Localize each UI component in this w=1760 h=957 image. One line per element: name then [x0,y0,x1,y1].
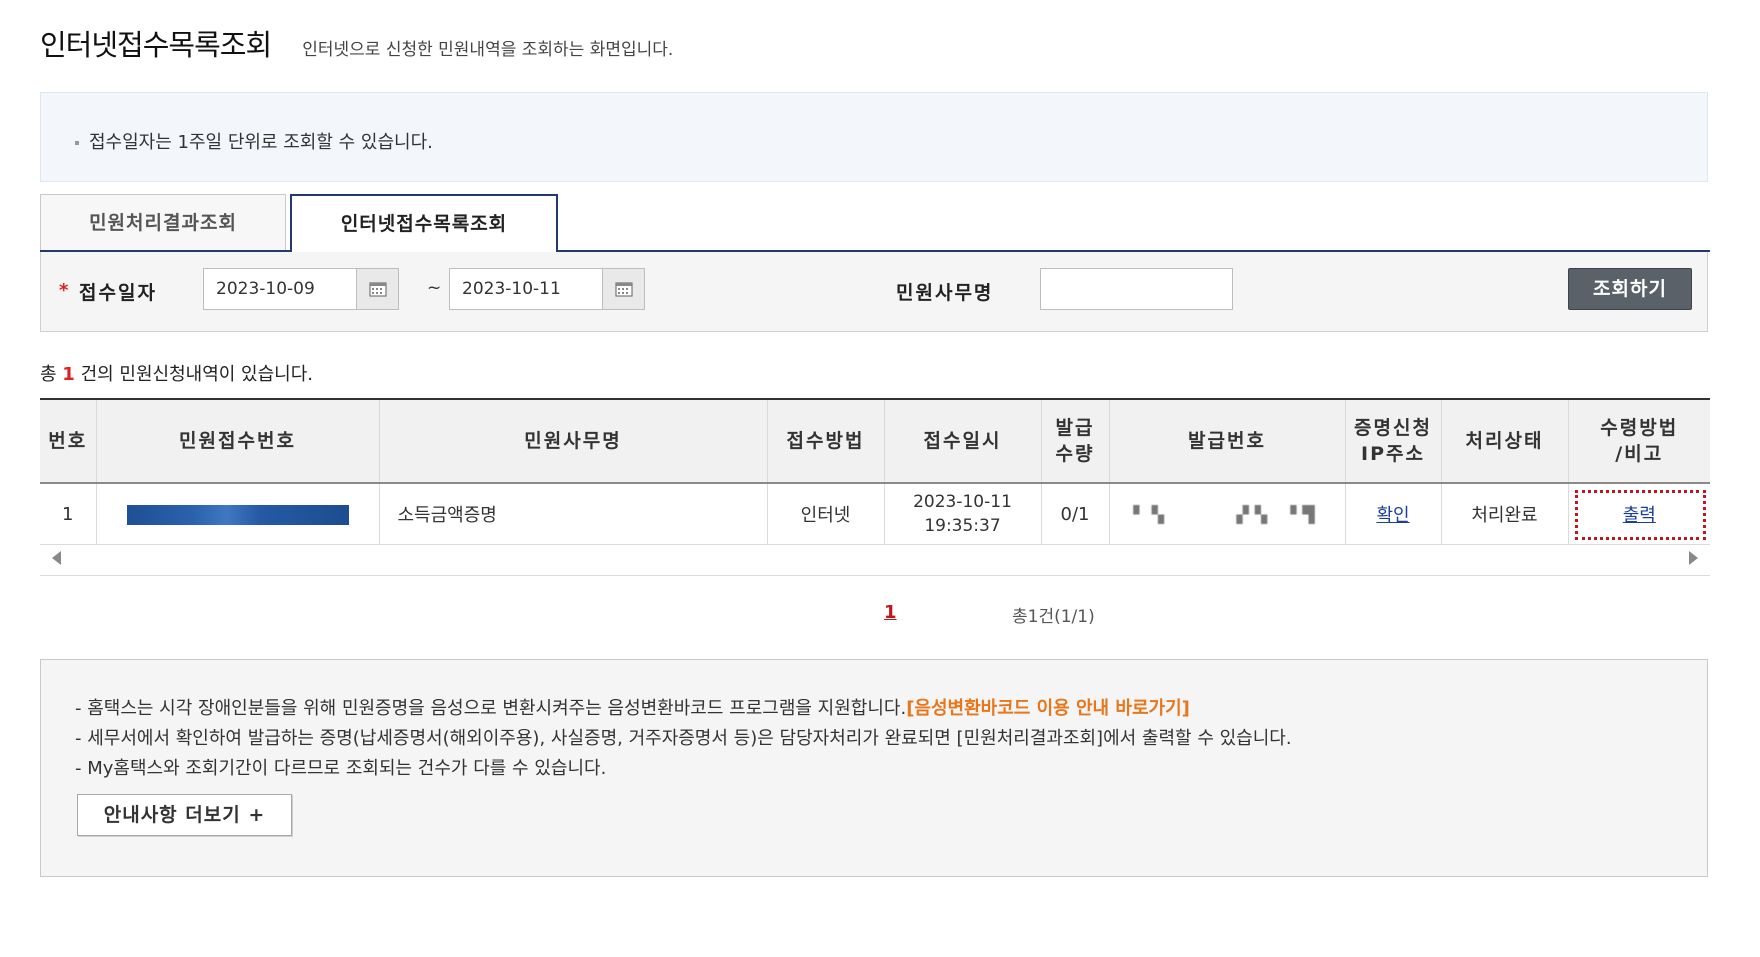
voice-barcode-guide-link[interactable]: [음성변환바코드 이용 안내 바로가기] [906,698,1190,719]
page-total: 총1건(1/1) [1012,607,1095,627]
header-method: 접수방법 [766,398,884,484]
header-receive-line1: 수령방법 [1600,417,1679,439]
info-line-3: - My홈택스와 조회기간이 다르므로 조회되는 건수가 다를 수 있습니다. [75,758,607,779]
info-line-2: - 세무서에서 확인하여 발급하는 증명(납세증명서(해외이주용), 사실증명,… [75,728,1292,749]
header-qty-line1: 발급 [1055,417,1095,439]
title-row: 인터넷접수목록조회 인터넷으로 신청한 민원내역을 조회하는 화면입니다. [40,22,673,62]
cell-time: 19:35:37 [924,516,1001,536]
cell-status: 처리완료 [1440,483,1568,545]
cell-method: 인터넷 [766,483,884,545]
bullet-icon [75,141,79,145]
header-issue-no: 발급번호 [1108,398,1345,484]
header-ip-line1: 증명신청 [1354,417,1432,439]
count-suffix: 건의 민원신청내역이 있습니다. [80,364,314,385]
page-number-1[interactable]: 1 [884,602,897,623]
result-count: 총 1 건의 민원신청내역이 있습니다. [40,360,313,386]
service-name-label: 민원사무명 [896,282,994,304]
service-name-input[interactable] [1040,268,1233,310]
count-number: 1 [62,364,75,385]
masked-receipt-number [126,504,349,525]
search-button[interactable]: 조회하기 [1568,268,1692,310]
end-date-calendar-button[interactable] [602,268,645,310]
start-date-calendar-button[interactable] [356,268,399,310]
horizontal-scrollbar[interactable] [40,541,1710,576]
required-mark: * [59,280,69,301]
info-line-1: - 홈택스는 시각 장애인분들을 위해 민원증명을 음성으로 변환시켜주는 음성… [75,694,1190,720]
ip-confirm-link[interactable]: 확인 [1376,505,1409,526]
start-date-input[interactable]: 2023-10-09 [203,268,357,310]
calendar-icon [369,282,387,297]
header-datetime: 접수일시 [883,398,1041,484]
header-service-name: 민원사무명 [378,398,767,484]
cell-receipt-no [95,483,379,545]
scroll-right-icon[interactable] [1689,551,1698,565]
header-receipt-no: 민원접수번호 [95,398,379,484]
page-title: 인터넷접수목록조회 [40,28,272,62]
pagination: 1 총1건(1/1) [40,602,1710,632]
page-subtitle: 인터넷으로 신청한 민원내역을 조회하는 화면입니다. [302,40,674,60]
search-panel: * 접수일자 2023-10-09 ~ 2023-10-11 민원사무명 조회하… [40,252,1708,332]
date-separator: ~ [427,278,442,298]
masked-issue-number: ▘▚ ▞▚ ▝▜ [1133,504,1321,524]
cell-service-name: 소득금액증명 [378,483,767,545]
more-info-button[interactable]: 안내사항 더보기 + [77,794,292,836]
info-line-1-text: - 홈택스는 시각 장애인분들을 위해 민원증명을 음성으로 변환시켜주는 음성… [75,698,907,719]
header-receive: 수령방법/비고 [1567,398,1710,484]
calendar-icon [615,282,633,297]
header-no: 번호 [40,398,96,484]
cell-no: 1 [40,483,96,545]
cell-qty: 0/1 [1040,483,1109,545]
header-qty: 발급수량 [1040,398,1109,484]
cell-date: 2023-10-11 [913,492,1012,512]
notice-line: 접수일자는 1주일 단위로 조회할 수 있습니다. [75,128,433,154]
highlight-outline [1574,490,1706,540]
tab-internet-receipt-list[interactable]: 인터넷접수목록조회 [290,194,558,252]
cell-ip: 확인 [1344,483,1441,545]
info-box: - 홈택스는 시각 장애인분들을 위해 민원증명을 음성으로 변환시켜주는 음성… [40,659,1708,877]
header-receive-line2: /비고 [1615,443,1664,465]
header-status: 처리상태 [1440,398,1568,484]
count-prefix: 총 [40,364,57,385]
tab-result-inquiry[interactable]: 민원처리결과조회 [40,194,286,250]
notice-text: 접수일자는 1주일 단위로 조회할 수 있습니다. [89,132,433,153]
table-header-row: 번호 민원접수번호 민원사무명 접수방법 접수일시 발급수량 발급번호 증명신청… [40,398,1710,484]
notice-box: 접수일자는 1주일 단위로 조회할 수 있습니다. [40,92,1708,182]
end-date-input[interactable]: 2023-10-11 [449,268,603,310]
scroll-left-icon[interactable] [52,551,61,565]
cell-issue-no: ▘▚ ▞▚ ▝▜ [1108,483,1345,545]
cell-datetime: 2023-10-11 19:35:37 [883,483,1041,545]
table-row: 1 소득금액증명 인터넷 2023-10-11 19:35:37 0/1 ▘▚ … [40,483,1710,545]
tab-bar: 민원처리결과조회 인터넷접수목록조회 [40,194,1710,252]
header-ip-line2: IP주소 [1361,443,1425,465]
result-table: 번호 민원접수번호 민원사무명 접수방법 접수일시 발급수량 발급번호 증명신청… [40,398,1710,545]
cell-receive: 출력 [1567,483,1710,545]
header-qty-line2: 수량 [1055,443,1095,465]
header-ip: 증명신청 IP주소 [1344,398,1441,484]
receipt-date-label: 접수일자 [79,282,157,304]
